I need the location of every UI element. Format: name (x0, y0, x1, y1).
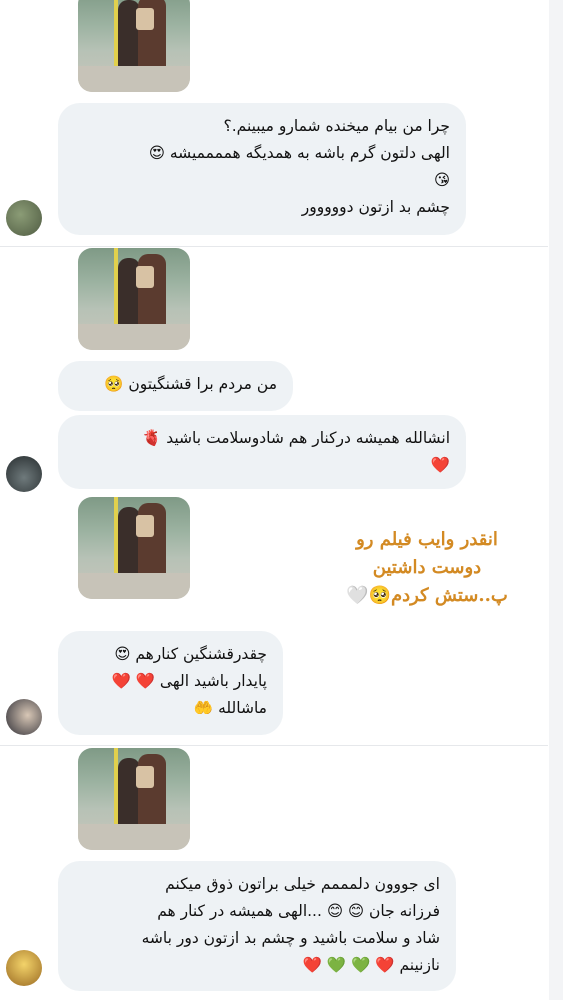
avatar[interactable] (6, 456, 42, 492)
reply-image-thumbnail[interactable] (78, 748, 190, 850)
comment-line: ای جووون دلمممم خیلی براتون ذوق میکنم (165, 875, 440, 893)
bag (136, 8, 154, 30)
bag (136, 766, 154, 788)
ground (78, 324, 190, 350)
comment-bubble[interactable]: چرا من بیام میخنده شمارو میبینم.؟ الهی د… (58, 103, 466, 235)
comment-line: 😘 (433, 171, 450, 189)
avatar[interactable] (6, 699, 42, 735)
comment-line: الهی دلتون گرم باشه به همدیگه هممممیشه 😍 (148, 144, 450, 162)
comment-line: چشم بد ازتون دووووور (301, 198, 450, 216)
image-caption: انقدر وایب فیلم رو دوست داشتین پ..ستش کر… (322, 526, 532, 610)
comment-bubble[interactable]: انشالله همیشه درکنار هم شادوسلامت باشید … (58, 415, 466, 489)
comment-line: انشالله همیشه درکنار هم شادوسلامت باشید … (142, 429, 450, 447)
comment-line: پایدار باشید الهی ❤️ ❤️ (111, 672, 267, 690)
comment-line: چقدرقشنگین کنارهم 😍 (114, 645, 267, 663)
comment-line: چرا من بیام میخنده شمارو میبینم.؟ (223, 117, 450, 135)
reply-image-thumbnail[interactable] (78, 0, 190, 92)
ground (78, 824, 190, 850)
comment-line: ماشالله 🤲 (193, 699, 267, 717)
caption-line: پ..ستش کردم🥺🤍 (346, 585, 508, 606)
ground (78, 573, 190, 599)
reply-image-thumbnail[interactable] (78, 497, 190, 599)
comment-line: نازنینم ❤️ 💚 💚 ❤️ (302, 956, 440, 974)
bag (136, 515, 154, 537)
avatar[interactable] (6, 950, 42, 986)
comment-bubble[interactable]: ای جووون دلمممم خیلی براتون ذوق میکنم فر… (58, 861, 456, 991)
comment-line: من مردم برا قشنگیتون 🥺 (104, 375, 277, 393)
scrollbar-track[interactable] (549, 0, 563, 1000)
thread-divider (0, 246, 548, 247)
comment-line: شاد و سلامت باشید و چشم بد ازتون دور باش… (141, 929, 440, 947)
avatar[interactable] (6, 200, 42, 236)
thread-divider (0, 745, 548, 746)
ground (78, 66, 190, 92)
reply-image-thumbnail[interactable] (78, 248, 190, 350)
comment-bubble[interactable]: چقدرقشنگین کنارهم 😍 پایدار باشید الهی ❤️… (58, 631, 283, 735)
comment-bubble[interactable]: من مردم برا قشنگیتون 🥺 (58, 361, 293, 411)
comment-line: فرزانه جان 😊 😊 ...الهی همیشه در کنار هم (157, 902, 440, 920)
caption-line: انقدر وایب فیلم رو (356, 529, 498, 550)
comment-line: ❤️ (430, 456, 450, 474)
caption-line: دوست داشتین (372, 557, 482, 578)
bag (136, 266, 154, 288)
